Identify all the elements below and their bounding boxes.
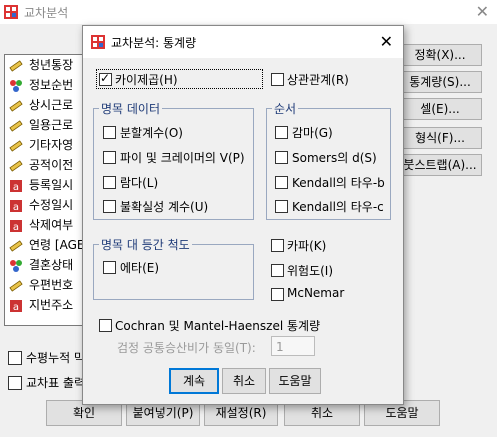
kendall-tau-c-checkbox[interactable] <box>275 200 288 213</box>
suppress-tables-label: 교차표 출력 <box>26 376 86 390</box>
variable-list-item[interactable]: 기타자영 <box>9 135 73 155</box>
continue-button[interactable]: 계속 <box>169 368 219 394</box>
ruler-icon <box>9 279 23 292</box>
correlations-checkbox[interactable] <box>271 73 284 86</box>
phi-cramer-checkbox[interactable] <box>103 151 116 164</box>
variable-label: 결혼상태 <box>29 258 74 272</box>
svg-text:a: a <box>13 302 19 313</box>
variable-list-item[interactable]: a 지번주소 <box>9 295 73 315</box>
nominal-interval-group-title: 명목 대 등간 척도 <box>99 236 192 253</box>
nominal-icon <box>10 79 22 92</box>
variable-label: 정보순번 <box>29 78 74 92</box>
svg-text:a: a <box>13 202 19 213</box>
nominal-icon <box>10 259 22 272</box>
exact-button[interactable]: 정확(X)... <box>398 44 482 66</box>
uncertainty-coef-label: 불확실성 계수(U) <box>120 200 209 214</box>
variable-list-item[interactable]: 연령 [AGE <box>9 235 84 255</box>
gamma-checkbox[interactable] <box>275 126 288 139</box>
ruler-icon <box>9 139 23 152</box>
dialog-help-button[interactable]: 도움말 <box>269 368 321 394</box>
dialog-title: 교차분석: 통계량 <box>111 36 197 50</box>
clustered-bar-checkbox[interactable] <box>8 351 22 365</box>
odds-ratio-input[interactable]: 1 <box>271 336 315 356</box>
chisq-label: 카이제곱(H) <box>115 73 178 87</box>
kendall-tau-b-label: Kendall의 타우-b <box>292 176 385 190</box>
dialog-cancel-button[interactable]: 취소 <box>222 368 266 394</box>
variable-list-item[interactable]: 상시근로 <box>9 95 73 115</box>
cells-button[interactable]: 셀(E)... <box>398 98 482 120</box>
variable-list-item[interactable]: 공적이전 <box>9 155 73 175</box>
lambda-checkbox[interactable] <box>103 176 116 189</box>
app-icon <box>4 5 18 19</box>
variable-list-item[interactable]: 우편번호 <box>9 275 73 295</box>
variable-label: 연령 [AGE <box>29 238 85 252</box>
variable-label: 우편번호 <box>29 278 74 292</box>
background-title: 교차분석 <box>24 6 69 20</box>
kendall-tau-b-checkbox[interactable] <box>275 176 288 189</box>
contingency-coef-label: 분할계수(O) <box>120 126 183 140</box>
statistics-dialog: 교차분석: 통계량 ✕ 카이제곱(H) 상관관계(R) 명목 데이터 분할계수(… <box>82 25 404 405</box>
variable-list-item[interactable]: 청년통장 <box>9 55 73 75</box>
variable-list-item[interactable]: a 삭제여부 <box>9 215 73 235</box>
string-icon: a <box>10 199 22 213</box>
cmh-label: Cochran 및 Mantel-Haenszel 통계량 <box>115 319 321 333</box>
variable-label: 기타자영 <box>29 138 74 152</box>
uncertainty-coef-checkbox[interactable] <box>103 200 116 213</box>
ordinal-group-title: 순서 <box>272 100 299 117</box>
risk-label: 위험도(I) <box>287 264 334 278</box>
variable-list-item[interactable]: 결혼상태 <box>9 255 73 275</box>
variable-label: 지번주소 <box>29 298 74 312</box>
bootstrap-button[interactable]: 붓스트랩(A)... <box>398 154 482 176</box>
svg-text:a: a <box>13 182 19 193</box>
mcnemar-label: McNemar <box>287 286 345 300</box>
statistics-button[interactable]: 통계량(S)... <box>398 71 482 93</box>
variable-list-item[interactable]: a 등록일시 <box>9 175 73 195</box>
phi-cramer-label: 파이 및 크레이머의 V(P) <box>120 151 245 165</box>
somers-d-checkbox[interactable] <box>275 151 288 164</box>
cmh-checkbox[interactable] <box>99 319 112 332</box>
correlations-label: 상관관계(R) <box>287 73 349 87</box>
svg-text:a: a <box>13 222 19 233</box>
string-icon: a <box>10 299 22 313</box>
variable-list[interactable]: 청년통장정보순번상시근로일용근로기타자영공적이전 a 등록일시 a 수정일시 a 삭제여부연… <box>4 54 92 326</box>
variable-label: 일용근로 <box>29 118 74 132</box>
chisq-checkbox[interactable] <box>99 71 112 86</box>
variable-list-item[interactable]: 일용근로 <box>9 115 73 135</box>
lambda-label: 람다(L) <box>120 176 159 190</box>
variable-label: 수정일시 <box>29 198 74 212</box>
background-titlebar: 교차분석 ✕ <box>0 0 497 24</box>
ruler-icon <box>9 159 23 172</box>
kendall-tau-c-label: Kendall의 타우-c <box>292 200 384 214</box>
somers-d-label: Somers의 d(S) <box>292 151 377 165</box>
odds-ratio-label: 검정 공통승산비가 동일(T): <box>117 341 256 355</box>
string-icon: a <box>10 179 22 193</box>
ruler-icon <box>9 59 23 72</box>
dialog-close-icon[interactable]: ✕ <box>380 32 393 51</box>
variable-list-item[interactable]: a 수정일시 <box>9 195 73 215</box>
risk-checkbox[interactable] <box>271 264 284 277</box>
eta-checkbox[interactable] <box>103 261 116 274</box>
dialog-app-icon <box>91 35 105 49</box>
format-button[interactable]: 형식(F)... <box>398 127 482 149</box>
dialog-titlebar: 교차분석: 통계량 ✕ <box>83 26 403 58</box>
variable-label: 청년통장 <box>29 58 74 72</box>
variable-label: 상시근로 <box>29 98 74 112</box>
ruler-icon <box>9 239 23 252</box>
ruler-icon <box>9 99 23 112</box>
variable-label: 공적이전 <box>29 158 74 172</box>
ruler-icon <box>9 119 23 132</box>
mcnemar-checkbox[interactable] <box>271 288 284 301</box>
string-icon: a <box>10 219 22 233</box>
suppress-tables-checkbox[interactable] <box>8 376 22 390</box>
kappa-checkbox[interactable] <box>271 239 284 252</box>
contingency-coef-checkbox[interactable] <box>103 126 116 139</box>
background-close-icon[interactable]: ✕ <box>476 2 489 21</box>
eta-label: 에타(E) <box>120 261 160 275</box>
variable-label: 등록일시 <box>29 178 74 192</box>
variable-list-item[interactable]: 정보순번 <box>9 75 73 95</box>
nominal-group-title: 명목 데이터 <box>99 100 163 117</box>
gamma-label: 감마(G) <box>292 126 333 140</box>
variable-label: 삭제여부 <box>29 218 74 232</box>
kappa-label: 카파(K) <box>287 239 327 253</box>
